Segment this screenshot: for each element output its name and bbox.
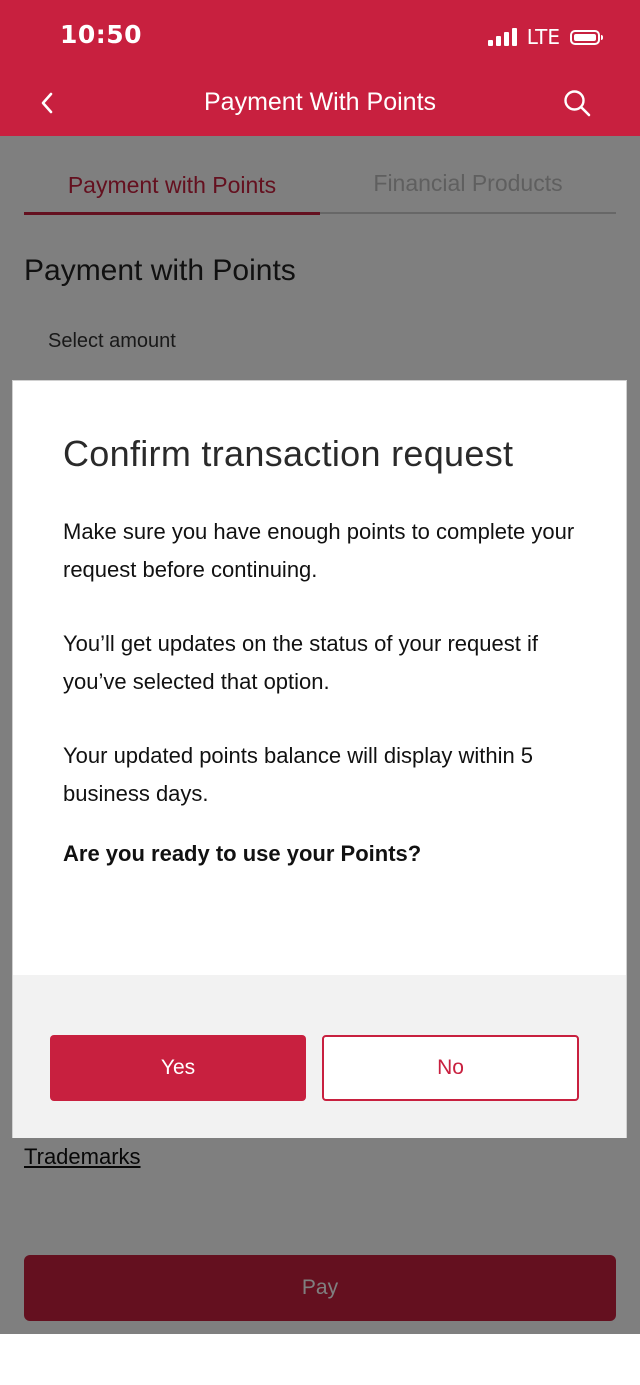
- signal-icon: [487, 28, 517, 46]
- status-indicators: LTE: [487, 25, 603, 49]
- page-title: Payment With Points: [203, 88, 437, 116]
- dialog-paragraph: Your updated points balance will display…: [63, 743, 534, 806]
- battery-icon: [570, 29, 603, 45]
- no-button[interactable]: No: [322, 1035, 579, 1101]
- confirm-dialog: Confirm transaction request Make sure yo…: [12, 380, 627, 1138]
- dialog-footer: Yes No: [13, 975, 626, 1138]
- network-type: LTE: [526, 25, 560, 49]
- dialog-title: Confirm transaction request: [63, 433, 514, 474]
- app-header: 10:50 LTE Payment With Points: [0, 0, 640, 136]
- dialog-body: Make sure you have enough points to comp…: [63, 513, 583, 849]
- status-time: 10:50: [60, 20, 143, 49]
- dialog-question: Are you ready to use your Points?: [63, 841, 422, 866]
- dialog-paragraph: Make sure you have enough points to comp…: [63, 519, 575, 582]
- dialog-paragraph: You’ll get updates on the status of your…: [63, 631, 538, 694]
- search-icon[interactable]: [562, 88, 592, 118]
- yes-button[interactable]: Yes: [50, 1035, 306, 1101]
